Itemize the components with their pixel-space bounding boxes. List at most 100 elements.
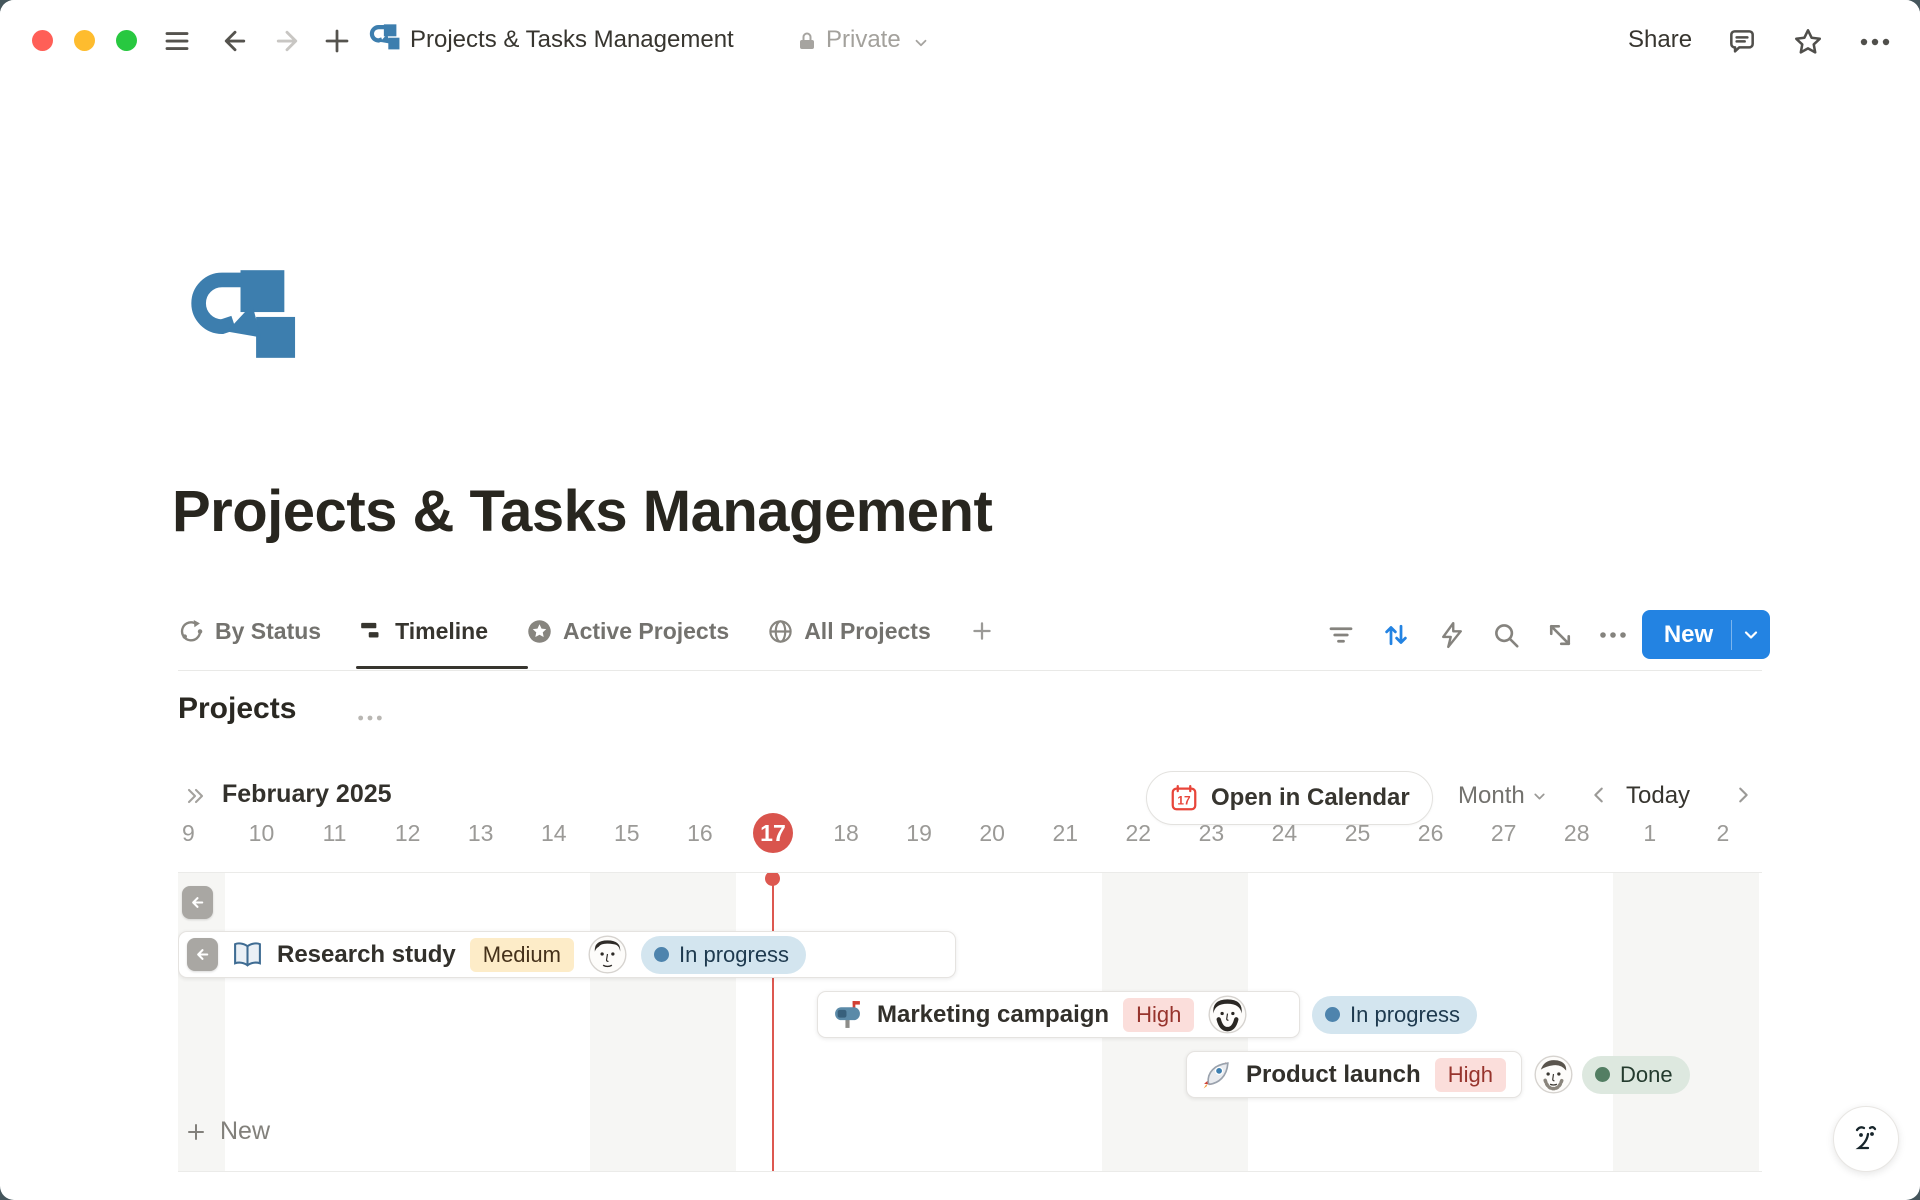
lock-icon — [795, 28, 819, 54]
date-cell: 11 — [298, 813, 372, 853]
page-logo-small — [368, 22, 400, 52]
weekend-band — [590, 873, 663, 1171]
page-title[interactable]: Projects & Tasks Management — [172, 478, 992, 545]
automations-bolt-icon[interactable] — [1437, 620, 1467, 650]
date-cell: 12 — [371, 813, 445, 853]
zoom-chevron-down-icon — [1531, 788, 1548, 805]
priority-badge: High — [1123, 998, 1194, 1032]
date-cell: 16 — [663, 813, 737, 853]
date-cell: 9 — [151, 813, 225, 853]
new-page-icon[interactable] — [322, 26, 352, 56]
assignee-avatar — [1534, 1055, 1573, 1094]
date-cell: 13 — [444, 813, 518, 853]
view-more-icon[interactable] — [1598, 628, 1628, 642]
tab-all-projects[interactable]: All Projects — [767, 602, 931, 660]
collapse-sidebar-chevrons-icon[interactable] — [182, 784, 210, 808]
timeline-card-product-launch[interactable]: Product launch High — [1186, 1051, 1522, 1098]
timeline-card-research-study[interactable]: Research studyMediumIn progress — [178, 931, 956, 978]
card-title: Research study — [277, 941, 456, 969]
timeline-month-label: February 2025 — [222, 780, 392, 809]
date-cell: 26 — [1394, 813, 1468, 853]
database-menu-icon[interactable] — [356, 712, 384, 724]
expand-icon[interactable] — [1545, 620, 1575, 650]
plus-icon — [184, 1120, 208, 1144]
status-label: In progress — [679, 942, 789, 968]
status-dot — [1595, 1067, 1610, 1082]
calendar-17-icon: 17 — [1169, 783, 1199, 813]
close-window-button[interactable] — [32, 30, 53, 51]
sidebar-menu-icon[interactable] — [162, 26, 192, 56]
weekend-band — [1686, 873, 1759, 1171]
date-cell: 14 — [517, 813, 591, 853]
status-badge: In progress — [1312, 996, 1477, 1034]
date-cell: 20 — [955, 813, 1029, 853]
add-view-button[interactable] — [969, 602, 995, 660]
filter-icon[interactable] — [1326, 620, 1356, 650]
database-title[interactable]: Projects — [178, 692, 296, 726]
tab-label: Active Projects — [563, 618, 729, 645]
comments-icon[interactable] — [1726, 26, 1758, 58]
date-cell: 25 — [1321, 813, 1395, 853]
today-button[interactable]: Today — [1626, 782, 1690, 810]
new-row-button[interactable]: New — [184, 1117, 270, 1146]
tab-by-status[interactable]: By Status — [178, 602, 321, 660]
weekend-band — [1613, 873, 1686, 1171]
date-cell: 27 — [1467, 813, 1541, 853]
scroll-to-bar-left-button[interactable] — [187, 938, 218, 971]
search-icon[interactable] — [1491, 620, 1521, 650]
date-cell-today: 17 — [753, 813, 793, 853]
ai-face-icon — [1846, 1119, 1886, 1159]
breadcrumb-page-title: Projects & Tasks Management — [410, 26, 734, 54]
today-dot — [765, 872, 780, 886]
timeline-zoom-value: Month — [1458, 782, 1525, 810]
tab-label: All Projects — [804, 618, 931, 645]
status-icon — [178, 618, 205, 645]
notion-ai-button[interactable] — [1833, 1106, 1899, 1172]
privacy-chevron-down-icon[interactable] — [912, 34, 930, 52]
date-cell: 15 — [590, 813, 664, 853]
date-cell: 23 — [1174, 813, 1248, 853]
status-label: Done — [1620, 1062, 1673, 1088]
timeline-grid: Research studyMediumIn progress Marketing… — [178, 872, 1762, 1172]
status-dot — [654, 947, 669, 962]
date-cell: 28 — [1540, 813, 1614, 853]
active-tab-underline — [356, 666, 528, 669]
status-badge: In progress — [641, 936, 806, 974]
timeline-card-marketing-campaign[interactable]: Marketing campaign High — [817, 991, 1300, 1038]
sort-icon[interactable] — [1381, 620, 1411, 650]
privacy-label[interactable]: Private — [826, 26, 901, 54]
tab-label: Timeline — [395, 618, 488, 645]
next-month-chevron-icon[interactable] — [1732, 784, 1754, 806]
date-cell: 22 — [1101, 813, 1175, 853]
minimize-window-button[interactable] — [74, 30, 95, 51]
card-title: Marketing campaign — [877, 1001, 1109, 1029]
date-cell: 24 — [1247, 813, 1321, 853]
date-cell: 10 — [224, 813, 298, 853]
prev-month-chevron-icon[interactable] — [1588, 784, 1610, 806]
scroll-to-bar-left-button[interactable] — [182, 886, 213, 919]
new-button[interactable]: New — [1642, 610, 1770, 659]
zoom-window-button[interactable] — [116, 30, 137, 51]
share-button[interactable]: Share — [1628, 26, 1692, 54]
favorite-star-icon[interactable] — [1792, 26, 1824, 58]
weekend-band — [663, 873, 736, 1171]
timeline-dates-row: 9101112131415161718192021222324252627281… — [178, 813, 1762, 853]
back-icon[interactable] — [220, 26, 250, 56]
status-badge: Done — [1582, 1056, 1690, 1094]
timeline-zoom-select[interactable]: Month — [1458, 782, 1548, 810]
open-in-calendar-label: Open in Calendar — [1211, 784, 1410, 812]
more-options-icon[interactable] — [1858, 34, 1892, 50]
date-cell: 21 — [1028, 813, 1102, 853]
date-cell: 2 — [1686, 813, 1760, 853]
new-button-label[interactable]: New — [1642, 621, 1731, 649]
forward-icon[interactable] — [272, 26, 302, 56]
assignee-avatar — [1208, 995, 1247, 1034]
page-logo[interactable] — [185, 263, 297, 366]
rocket-icon — [1201, 1059, 1232, 1090]
card-title: Product launch — [1246, 1061, 1421, 1089]
status-dot — [1325, 1007, 1340, 1022]
tab-timeline[interactable]: Timeline — [359, 602, 488, 660]
tab-active-projects[interactable]: Active Projects — [526, 602, 729, 660]
priority-badge: High — [1435, 1058, 1506, 1092]
new-button-chevron-icon[interactable] — [1732, 625, 1770, 645]
